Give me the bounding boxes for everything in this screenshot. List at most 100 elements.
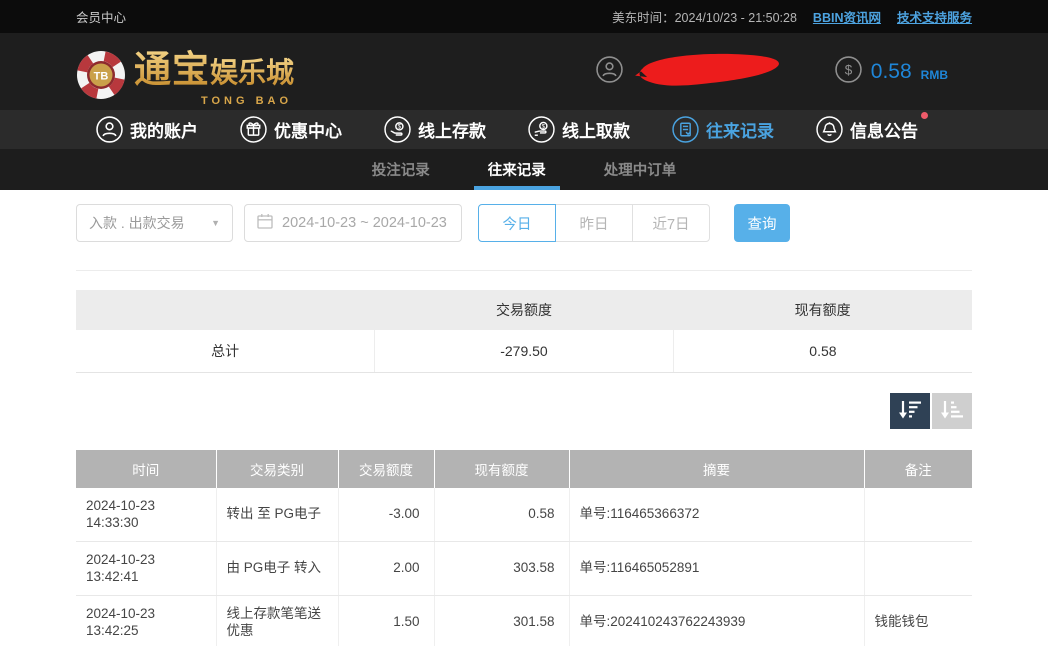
nav-label: 我的账户 (130, 117, 198, 142)
cell-balance: 303.58 (434, 541, 569, 595)
member-center-label[interactable]: 会员中心 (76, 7, 126, 26)
summary-header-blank (76, 290, 375, 330)
svg-text:$: $ (845, 62, 853, 77)
header-time: 时间 (76, 450, 216, 488)
cell-time: 2024-10-23 13:42:41 (76, 541, 216, 595)
cell-time: 2024-10-23 13:42:25 (76, 595, 216, 646)
brand-header: TB 通宝娱乐城 TONG BAO (0, 33, 1048, 110)
cell-note (864, 488, 972, 542)
header-amount: 交易额度 (338, 450, 434, 488)
bell-icon (816, 116, 843, 143)
nav-label: 信息公告 (850, 117, 918, 142)
user-icon (96, 116, 123, 143)
today-button[interactable]: 今日 (478, 204, 556, 242)
cell-amount: 1.50 (338, 595, 434, 646)
account-info[interactable] (596, 47, 785, 96)
summary-total-trade-amount: -279.50 (375, 330, 674, 372)
header-note: 备注 (864, 450, 972, 488)
header-summary: 摘要 (569, 450, 864, 488)
table-row: 2024-10-23 13:42:25 线上存款笔笔送优惠 1.50 301.5… (76, 595, 972, 646)
nav-item-online-withdrawal[interactable]: $ 线上取款 (528, 116, 630, 143)
summary-header-current-balance: 现有额度 (673, 290, 972, 330)
us-eastern-time: 美东时间：2024/10/23 - 21:50:28 (612, 7, 797, 26)
sort-controls (76, 393, 972, 429)
header-balance: 现有额度 (434, 450, 569, 488)
cell-note (864, 541, 972, 595)
logo-text: 通宝娱乐城 TONG BAO (134, 39, 294, 105)
nav-item-promotions[interactable]: 优惠中心 (240, 116, 342, 143)
header-type: 交易类别 (216, 450, 338, 488)
cell-balance: 0.58 (434, 488, 569, 542)
cell-type: 线上存款笔笔送优惠 (216, 595, 338, 646)
table-row: 2024-10-23 14:33:30 转出 至 PG电子 -3.00 0.58… (76, 488, 972, 542)
cell-summary: 单号:116465366372 (569, 488, 864, 542)
quick-date-button-group: 今日 昨日 近7日 (478, 204, 710, 242)
content-area: 入款 . 出款交易 ▼ 2024-10-23 ~ 2024-10-23 今日 昨… (76, 190, 972, 646)
tab-betting-records[interactable]: 投注记录 (358, 149, 444, 190)
cell-amount: 2.00 (338, 541, 434, 595)
svg-text:TB: TB (94, 70, 109, 82)
records-icon (672, 116, 699, 143)
svg-text:$: $ (398, 124, 402, 131)
summary-total-row: 总计 -279.50 0.58 (76, 330, 972, 372)
transaction-type-value: 入款 . 出款交易 (89, 213, 185, 233)
withdraw-icon: $ (528, 116, 555, 143)
filter-bar: 入款 . 出款交易 ▼ 2024-10-23 ~ 2024-10-23 今日 昨… (76, 190, 972, 271)
svg-text:$: $ (542, 123, 546, 130)
deposit-icon: $ (384, 116, 411, 143)
nav-item-announcements[interactable]: 信息公告 (816, 116, 918, 143)
summary-header-trade-amount: 交易额度 (375, 290, 674, 330)
search-button[interactable]: 查询 (734, 204, 790, 242)
transaction-type-select[interactable]: 入款 . 出款交易 ▼ (76, 204, 233, 242)
summary-header-row: 交易额度 现有额度 (76, 290, 972, 330)
nav-label: 线上存款 (418, 117, 486, 142)
site-logo[interactable]: TB 通宝娱乐城 TONG BAO (76, 39, 294, 105)
notification-badge-dot (921, 112, 928, 119)
summary-table: 交易额度 现有额度 总计 -279.50 0.58 (76, 290, 972, 373)
nav-label: 线上取款 (562, 117, 630, 142)
balance-display[interactable]: $ 0.58 RMB (835, 56, 948, 88)
tech-support-link[interactable]: 技术支持服务 (897, 7, 972, 26)
dollar-coin-icon: $ (835, 56, 862, 88)
sort-ascending-button[interactable] (932, 393, 972, 429)
chevron-down-icon: ▼ (211, 218, 220, 228)
last-7-days-button[interactable]: 近7日 (632, 204, 710, 242)
sort-descending-button[interactable] (890, 393, 930, 429)
poker-chip-logo-icon: TB (76, 50, 126, 105)
nav-item-online-deposit[interactable]: $ 线上存款 (384, 116, 486, 143)
logo-title-main: 通宝 (134, 49, 210, 90)
records-header-row: 时间 交易类别 交易额度 现有额度 摘要 备注 (76, 450, 972, 488)
cell-type: 由 PG电子 转入 (216, 541, 338, 595)
nav-item-my-account[interactable]: 我的账户 (96, 116, 198, 143)
balance-amount: 0.58 (871, 60, 912, 84)
username-redaction-scribble (633, 49, 785, 98)
nav-label: 优惠中心 (274, 117, 342, 142)
date-range-input[interactable]: 2024-10-23 ~ 2024-10-23 (244, 204, 462, 242)
nav-label: 往来记录 (706, 117, 774, 142)
top-utility-bar: 会员中心 美东时间：2024/10/23 - 21:50:28 BBIN资讯网 … (0, 0, 1048, 33)
tab-transaction-records[interactable]: 往来记录 (474, 149, 560, 190)
logo-subtitle: TONG BAO (201, 95, 292, 107)
logo-title-rest: 娱乐城 (210, 57, 294, 88)
sort-ascending-icon (940, 400, 964, 422)
summary-total-label: 总计 (76, 330, 375, 372)
calendar-icon (257, 213, 273, 233)
cell-amount: -3.00 (338, 488, 434, 542)
topbar-right-group: 美东时间：2024/10/23 - 21:50:28 BBIN资讯网 技术支持服… (612, 7, 972, 26)
user-avatar-icon (596, 56, 623, 88)
gift-icon (240, 116, 267, 143)
bbin-news-link[interactable]: BBIN资讯网 (813, 7, 881, 26)
main-navigation: 我的账户 优惠中心 $ (0, 110, 1048, 149)
record-sub-navigation: 投注记录 往来记录 处理中订单 (0, 149, 1048, 190)
cell-time: 2024-10-23 14:33:30 (76, 488, 216, 542)
cell-type: 转出 至 PG电子 (216, 488, 338, 542)
sort-descending-icon (898, 400, 922, 422)
cell-summary: 单号:202410243762243939 (569, 595, 864, 646)
nav-item-transaction-records[interactable]: 往来记录 (672, 116, 774, 143)
table-row: 2024-10-23 13:42:41 由 PG电子 转入 2.00 303.5… (76, 541, 972, 595)
tab-pending-orders[interactable]: 处理中订单 (590, 149, 691, 190)
cell-summary: 单号:116465052891 (569, 541, 864, 595)
records-table: 时间 交易类别 交易额度 现有额度 摘要 备注 2024-10-23 14:33… (76, 450, 972, 646)
cell-balance: 301.58 (434, 595, 569, 646)
yesterday-button[interactable]: 昨日 (555, 204, 633, 242)
